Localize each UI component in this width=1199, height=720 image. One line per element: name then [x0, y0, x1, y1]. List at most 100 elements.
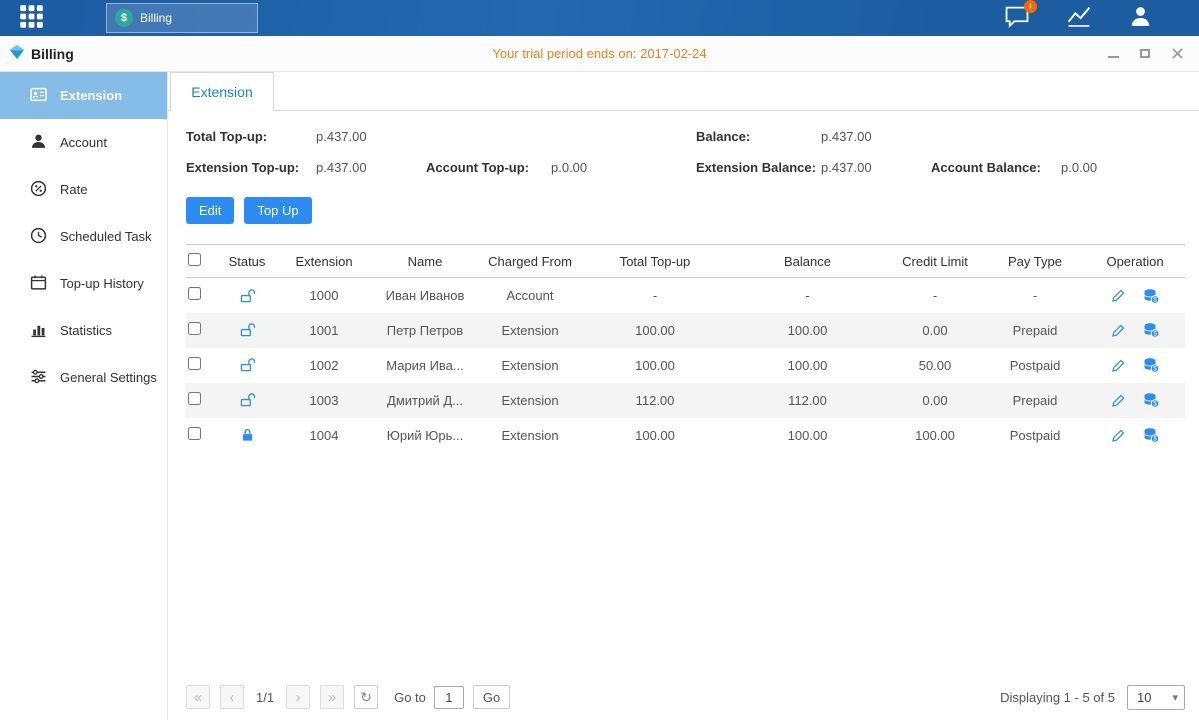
- status-cell: [216, 278, 278, 313]
- top-up-row-icon[interactable]: $: [1143, 322, 1159, 338]
- messages-button[interactable]: !: [1004, 5, 1030, 31]
- billing-dollar-icon: $: [115, 9, 133, 27]
- top-up-row-icon[interactable]: $: [1143, 427, 1159, 443]
- sidebar-item-label: Top-up History: [60, 276, 144, 291]
- go-button[interactable]: Go: [473, 685, 510, 709]
- cell-name: Дмитрий Д...: [370, 383, 480, 418]
- col-header-charged-from: Charged From: [480, 245, 580, 278]
- billing-taskbar-tab[interactable]: $ Billing: [106, 3, 258, 33]
- col-header-name: Name: [370, 245, 480, 278]
- cell-credit-limit: 100.00: [885, 418, 985, 453]
- select-all-checkbox[interactable]: [188, 253, 201, 266]
- unlocked-icon: [240, 322, 255, 338]
- pagination-bar: « ‹ 1/1 › » ↻ Go to Go Displaying 1 - 5 …: [168, 674, 1199, 720]
- extension-balance-label: Extension Balance:: [696, 160, 821, 175]
- cell-charged-from: Account: [480, 278, 580, 313]
- sidebar-item-extension[interactable]: Extension: [0, 72, 167, 119]
- sidebar-item-label: Statistics: [60, 323, 112, 338]
- cell-balance: 100.00: [730, 313, 885, 348]
- tabstrip: Extension: [168, 72, 1199, 111]
- account-topup-value: p.0.00: [551, 160, 696, 175]
- person-icon: [30, 133, 47, 153]
- account-balance-label: Account Balance:: [931, 160, 1061, 175]
- top-up-button[interactable]: Top Up: [244, 197, 311, 224]
- last-page-button[interactable]: »: [320, 685, 344, 709]
- cell-balance: 112.00: [730, 383, 885, 418]
- first-page-button[interactable]: «: [186, 685, 210, 709]
- minimize-button[interactable]: [1107, 48, 1119, 60]
- minimize-icon: [1108, 56, 1119, 58]
- account-topup-label: Account Top-up:: [426, 160, 551, 175]
- cell-name: Мария Ива...: [370, 348, 480, 383]
- close-button[interactable]: [1171, 48, 1183, 60]
- cell-total-topup: -: [580, 278, 730, 313]
- extension-balance-value: p.437.00: [821, 160, 931, 175]
- table-row: 1001 Петр Петров Extension 100.00 100.00…: [186, 313, 1185, 348]
- row-checkbox[interactable]: [188, 357, 201, 370]
- billing-diamond-icon: [9, 44, 25, 63]
- unlocked-icon: [240, 288, 255, 304]
- next-page-button[interactable]: ›: [286, 685, 310, 709]
- locked-icon: [240, 427, 255, 443]
- sidebar-item-general-settings[interactable]: General Settings: [0, 354, 167, 401]
- extension-card-icon: [30, 86, 47, 106]
- edit-button[interactable]: Edit: [186, 197, 234, 224]
- row-checkbox[interactable]: [188, 427, 201, 440]
- edit-row-icon[interactable]: [1111, 323, 1126, 338]
- table-row: 1004 Юрий Юрь... Extension 100.00 100.00…: [186, 418, 1185, 453]
- cell-name: Иван Иванов: [370, 278, 480, 313]
- top-up-row-icon[interactable]: $: [1143, 357, 1159, 373]
- sidebar-item-label: Account: [60, 135, 107, 150]
- tab-extension[interactable]: Extension: [170, 72, 274, 111]
- topbar: $ Billing !: [0, 0, 1199, 36]
- bar-chart-icon: [30, 321, 47, 341]
- edit-row-icon[interactable]: [1111, 288, 1126, 303]
- row-checkbox[interactable]: [188, 287, 201, 300]
- status-cell: [216, 418, 278, 453]
- row-checkbox[interactable]: [188, 392, 201, 405]
- user-account-button[interactable]: [1128, 4, 1153, 32]
- displaying-text: Displaying 1 - 5 of 5: [1000, 690, 1115, 705]
- sidebar-item-label: Scheduled Task: [60, 229, 152, 244]
- edit-row-icon[interactable]: [1111, 428, 1126, 443]
- page-size-select[interactable]: 10 ▾: [1127, 685, 1185, 710]
- table-row: 1002 Мария Ива... Extension 100.00 100.0…: [186, 348, 1185, 383]
- goto-page-input[interactable]: [434, 686, 464, 709]
- cell-charged-from: Extension: [480, 418, 580, 453]
- sidebar-item-label: General Settings: [60, 370, 157, 385]
- sidebar-item-account[interactable]: Account: [0, 119, 167, 166]
- unlocked-icon: [240, 392, 255, 408]
- extension-topup-label: Extension Top-up:: [186, 160, 316, 175]
- edit-row-icon[interactable]: [1111, 358, 1126, 373]
- statistics-button[interactable]: [1066, 5, 1092, 31]
- sidebar-item-rate[interactable]: Rate: [0, 166, 167, 213]
- chevron-down-icon: ▾: [1172, 691, 1178, 704]
- window-controls: [1107, 48, 1199, 60]
- table-row: 1000 Иван Иванов Account - - - - $: [186, 278, 1185, 313]
- row-checkbox[interactable]: [188, 322, 201, 335]
- col-header-extension: Extension: [278, 245, 370, 278]
- sidebar-item-scheduled-task[interactable]: Scheduled Task: [0, 213, 167, 260]
- close-icon: [1172, 48, 1183, 59]
- table-row: 1003 Дмитрий Д... Extension 112.00 112.0…: [186, 383, 1185, 418]
- top-up-row-icon[interactable]: $: [1143, 288, 1159, 304]
- top-up-row-icon[interactable]: $: [1143, 392, 1159, 408]
- cell-pay-type: Prepaid: [985, 383, 1085, 418]
- cell-pay-type: Postpaid: [985, 418, 1085, 453]
- col-header-total-topup: Total Top-up: [580, 245, 730, 278]
- edit-row-icon[interactable]: [1111, 393, 1126, 408]
- cell-extension: 1004: [278, 418, 370, 453]
- app-launcher-button[interactable]: [0, 0, 62, 36]
- cell-total-topup: 100.00: [580, 313, 730, 348]
- percent-circle-icon: [30, 180, 47, 200]
- cell-name: Петр Петров: [370, 313, 480, 348]
- sidebar-item-statistics[interactable]: Statistics: [0, 307, 167, 354]
- sidebar-item-topup-history[interactable]: Top-up History: [0, 260, 167, 307]
- total-topup-value: p.437.00: [316, 129, 426, 144]
- cell-name: Юрий Юрь...: [370, 418, 480, 453]
- topbar-right: !: [1004, 4, 1153, 32]
- refresh-button[interactable]: ↻: [354, 685, 378, 709]
- cell-total-topup: 112.00: [580, 383, 730, 418]
- prev-page-button[interactable]: ‹: [220, 685, 244, 709]
- maximize-button[interactable]: [1139, 48, 1151, 60]
